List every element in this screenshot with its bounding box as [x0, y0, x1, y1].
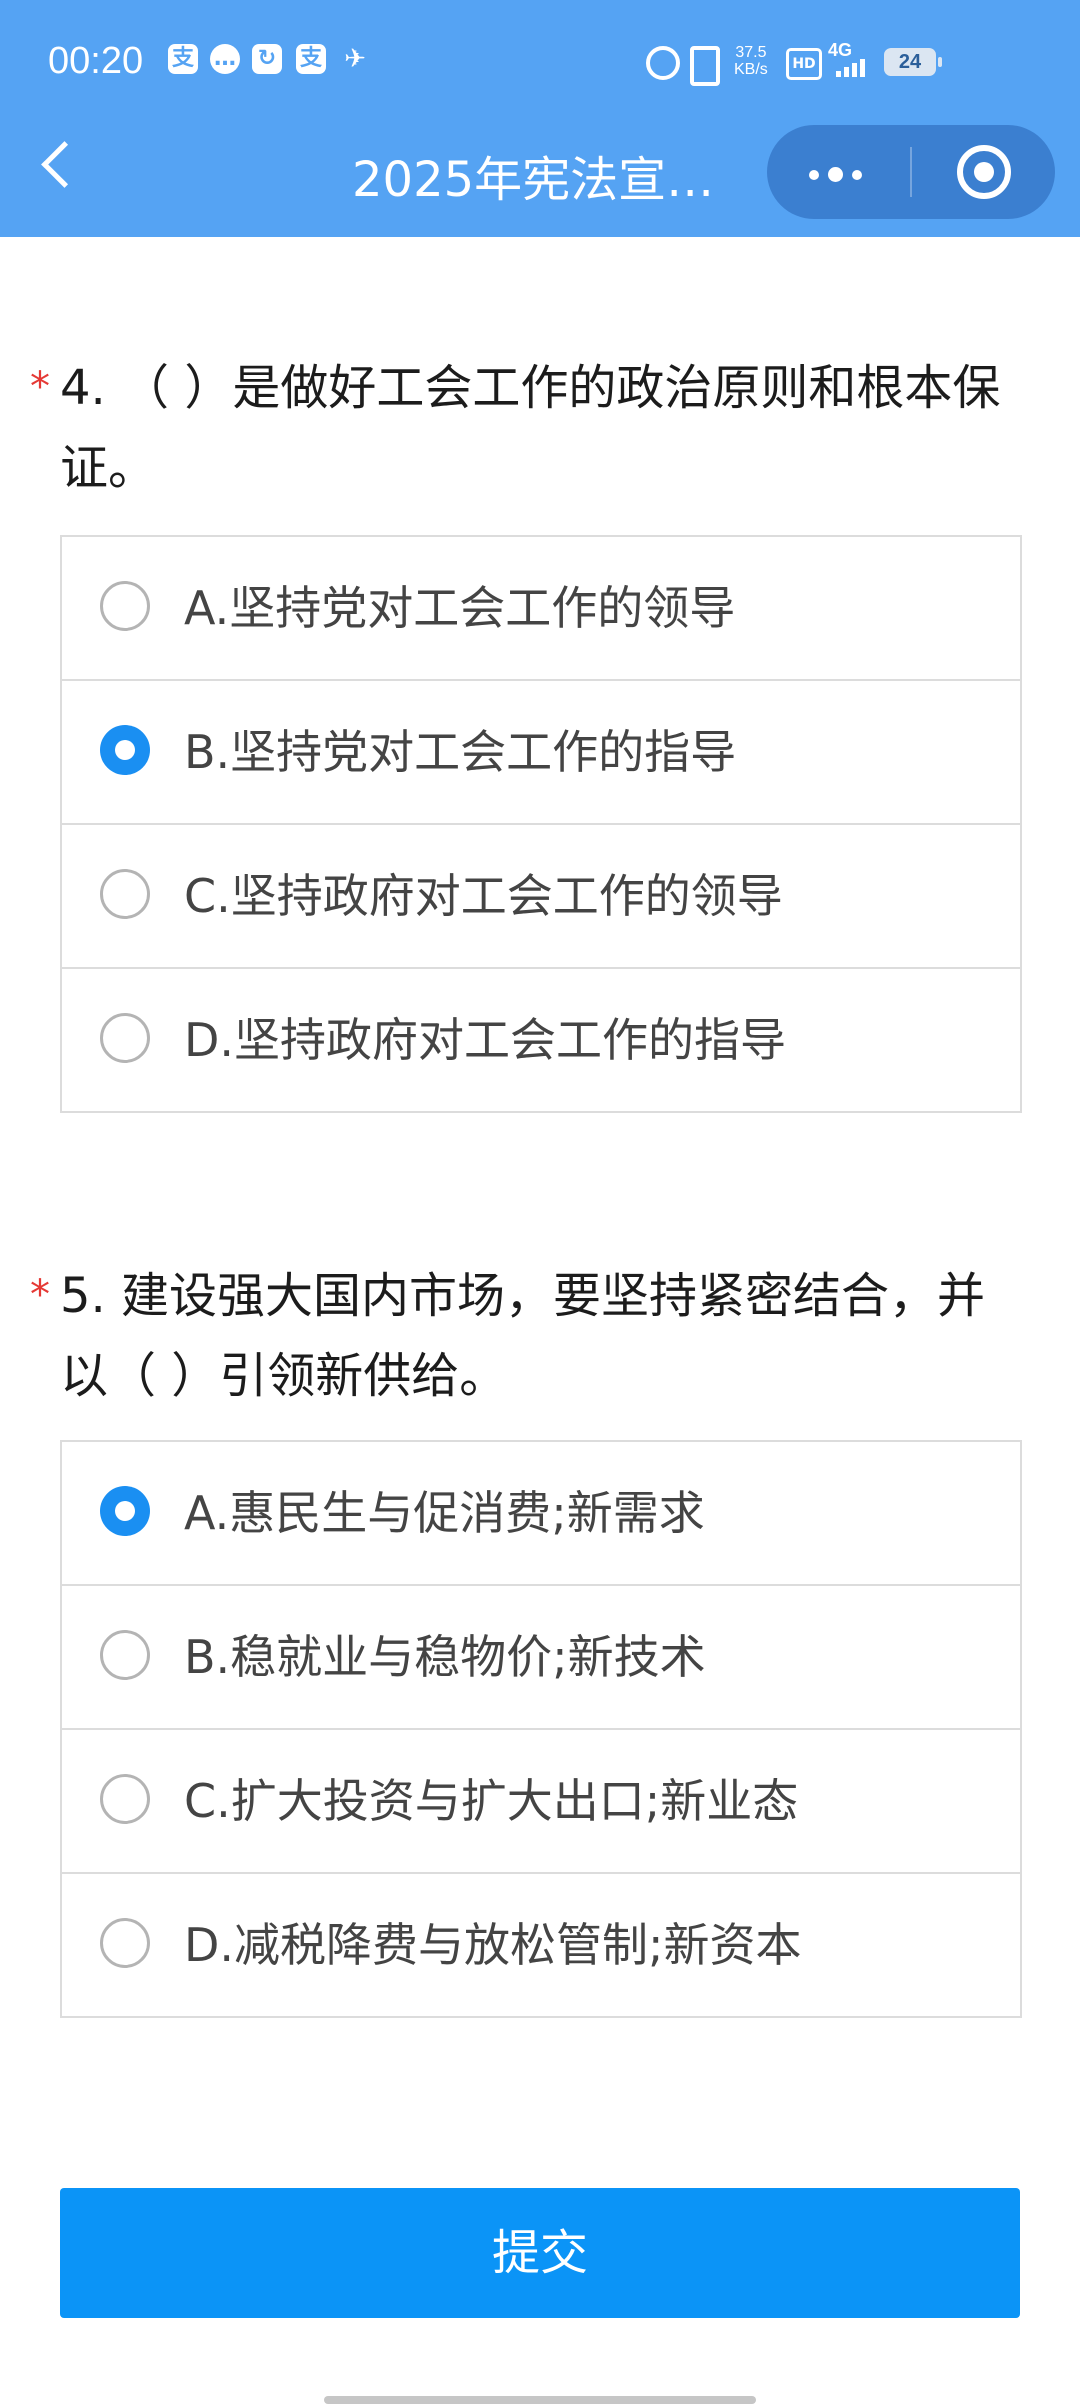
option-5d[interactable]: D.减税降费与放松管制;新资本: [62, 1874, 1020, 2016]
vibrate-icon: [690, 46, 720, 86]
bird-icon: ✈: [344, 44, 366, 74]
radio-button[interactable]: [100, 1774, 150, 1824]
option-4d[interactable]: D.坚持政府对工会工作的指导: [62, 969, 1020, 1111]
page-title: 2025年宪法宣…: [352, 152, 715, 208]
network-speed: 37.5 KB/s: [734, 44, 768, 78]
radio-button[interactable]: [100, 869, 150, 919]
option-5b[interactable]: B.稳就业与稳物价;新技术: [62, 1586, 1020, 1730]
option-label: A.坚持党对工会工作的领导: [184, 581, 736, 635]
question-text: 5. 建设强大国内市场，要坚持紧密结合，并以（ ）引领新供给。: [60, 1268, 986, 1404]
top-bar: 00:20 支 … ↻ 支 ✈ 37.5 KB/s HD 4G 24 2025年…: [0, 0, 1080, 237]
option-label: D.减税降费与放松管制;新资本: [184, 1918, 802, 1972]
required-mark: *: [30, 1272, 50, 1318]
alipay-icon: 支: [168, 44, 198, 74]
alipay-icon: 支: [296, 44, 326, 74]
network-speed-unit: KB/s: [734, 61, 768, 78]
mini-program-capsule: [767, 125, 1055, 219]
option-label: A.惠民生与促消费;新需求: [184, 1486, 705, 1540]
radio-button[interactable]: [100, 1013, 150, 1063]
option-5c[interactable]: C.扩大投资与扩大出口;新业态: [62, 1730, 1020, 1874]
more-button[interactable]: [767, 125, 910, 219]
share-icon: ↻: [252, 44, 282, 74]
option-label: C.扩大投资与扩大出口;新业态: [184, 1774, 799, 1828]
submit-button[interactable]: 提交: [60, 2188, 1020, 2318]
question-4-options: A.坚持党对工会工作的领导 B.坚持党对工会工作的指导 C.坚持政府对工会工作的…: [60, 535, 1022, 1113]
question-5-options: A.惠民生与促消费;新需求 B.稳就业与稳物价;新技术 C.扩大投资与扩大出口;…: [60, 1440, 1022, 2018]
option-label: B.坚持党对工会工作的指导: [184, 725, 737, 779]
hd-icon: HD: [786, 48, 822, 80]
radio-button[interactable]: [100, 1918, 150, 1968]
option-4a[interactable]: A.坚持党对工会工作的领导: [62, 537, 1020, 681]
option-4b[interactable]: B.坚持党对工会工作的指导: [62, 681, 1020, 825]
radio-button-checked[interactable]: [100, 725, 150, 775]
radio-button-checked[interactable]: [100, 1486, 150, 1536]
option-label: D.坚持政府对工会工作的指导: [184, 1013, 787, 1067]
radio-button[interactable]: [100, 581, 150, 631]
alarm-icon: [646, 46, 680, 80]
required-mark: *: [30, 364, 50, 410]
option-label: C.坚持政府对工会工作的领导: [184, 869, 783, 923]
option-label: B.稳就业与稳物价;新技术: [184, 1630, 706, 1684]
status-time: 00:20: [48, 40, 144, 82]
home-indicator[interactable]: [324, 2396, 756, 2404]
more-dots-icon: [809, 165, 871, 184]
radio-button[interactable]: [100, 1630, 150, 1680]
option-5a[interactable]: A.惠民生与促消费;新需求: [62, 1442, 1020, 1586]
option-4c[interactable]: C.坚持政府对工会工作的领导: [62, 825, 1020, 969]
question-text: 4. （ ）是做好工会工作的政治原则和根本保证。: [60, 360, 1001, 496]
network-speed-value: 37.5: [735, 44, 767, 61]
close-mini-program-button[interactable]: [912, 125, 1055, 219]
signal-icon: [836, 58, 868, 77]
battery-level: 24: [884, 48, 942, 76]
chat-bubble-icon: …: [210, 44, 240, 74]
target-circle-icon: [957, 145, 1011, 199]
